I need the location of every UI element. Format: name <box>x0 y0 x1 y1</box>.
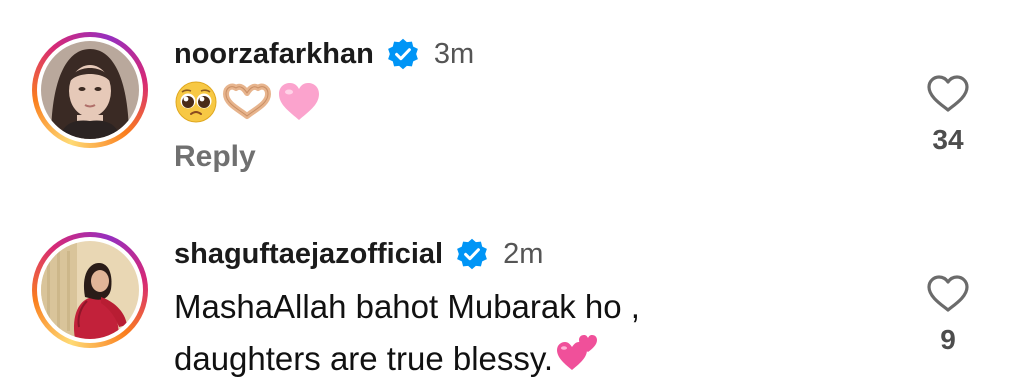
pleading-face-emoji <box>174 80 218 138</box>
comment-text-line: MashaAllah bahot Mubarak ho , <box>174 288 640 325</box>
comment-timestamp: 2m <box>503 237 544 270</box>
reply-button[interactable]: Reply <box>174 140 256 174</box>
avatar-image <box>41 241 139 339</box>
comment-username[interactable]: noorzafarkhan <box>174 38 374 71</box>
verified-badge-icon <box>386 37 420 71</box>
verified-badge-icon <box>455 237 489 271</box>
heart-icon[interactable] <box>926 274 970 314</box>
avatar-image <box>41 41 139 139</box>
comment-text-line: daughters are true blessy. <box>174 332 640 386</box>
like-control: 9 <box>924 274 972 356</box>
heart-icon[interactable] <box>926 74 970 114</box>
like-control: 34 <box>924 74 972 156</box>
comment-text-fragment: daughters are true blessy. <box>174 340 554 377</box>
like-count: 9 <box>940 324 956 355</box>
comment-text <box>174 80 322 138</box>
avatar[interactable] <box>32 232 148 348</box>
like-count: 34 <box>932 124 964 155</box>
avatar[interactable] <box>32 32 148 148</box>
pink-heart-emoji <box>276 80 322 138</box>
two-hearts-emoji <box>555 332 599 386</box>
heart-hands-emoji <box>222 80 272 138</box>
comment-text: MashaAllah bahot Mubarak ho , daughters … <box>174 282 640 386</box>
comment-timestamp: 3m <box>433 37 475 70</box>
comment-username[interactable]: shaguftaejazofficial <box>174 238 443 271</box>
